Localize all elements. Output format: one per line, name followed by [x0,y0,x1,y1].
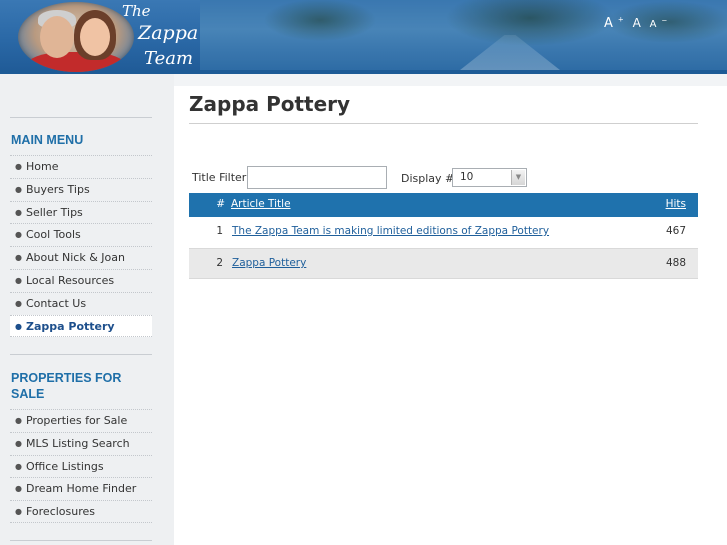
bullet-icon: ● [15,230,22,240]
row-number: 1 [216,225,223,237]
sidebar-item-label: Foreclosures [25,505,96,519]
row-number: 2 [216,257,223,269]
sidebar-divider [10,354,152,355]
font-decrease-button[interactable]: A − [649,17,668,31]
bullet-icon: ● [15,438,22,448]
sidebar-item-label: Buyers Tips [25,182,90,196]
sidebar-item-label: Office Listings [25,459,104,473]
logo-photo-face-left [40,16,74,58]
sidebar-item-office-listings[interactable]: ● Office Listings [10,454,152,478]
logo-photo-face-right [80,18,110,56]
logo-word-zappa: Zappa [138,22,199,44]
properties-title-line1: PROPERTIES FOR [11,371,122,385]
display-count-label: Display # [401,172,455,185]
properties-title-line2: SALE [11,387,45,401]
articles-table: # Article Title Hits 1 The Zappa Team is… [189,193,698,279]
bullet-icon: ● [15,275,22,285]
column-header-article-title[interactable]: Article Title [231,198,291,210]
sidebar: MAIN MENU ● Home ● Buyers Tips ● Seller Tips ●… [0,74,174,545]
title-filter-label: Title Filter [192,171,247,184]
article-link[interactable]: The Zappa Team is making limited edition… [232,225,549,237]
font-size-controls: A + A A − [604,16,672,31]
row-hits: 488 [665,257,686,269]
sidebar-item-contact-us[interactable]: ● Contact Us [10,291,152,315]
page-title: Zappa Pottery [189,92,351,116]
sidebar-divider [10,540,152,541]
sidebar-item-label: Local Resources [25,273,115,287]
header-banner-image [200,0,727,74]
sidebar-item-local-resources[interactable]: ● Local Resources [10,268,152,292]
table-row: 2 Zappa Pottery 488 [189,248,698,279]
font-decrease-label: A [649,19,657,31]
bullet-icon: ● [15,253,22,263]
sidebar-item-label: MLS Listing Search [25,436,130,450]
font-reset-button[interactable]: A [633,16,641,30]
article-link[interactable]: Zappa Pottery [232,257,306,269]
title-filter-input[interactable] [247,166,387,189]
font-decrease-sup: − [661,17,668,25]
sidebar-item-label: Zappa Pottery [25,319,115,333]
sidebar-item-about-nick-joan[interactable]: ● About Nick & Joan [10,246,152,269]
font-increase-sup: + [617,16,624,24]
column-header-hits[interactable]: Hits [666,198,686,210]
logo-word-team: Team [144,48,194,69]
title-divider [189,123,698,124]
bullet-icon: ● [15,298,22,308]
font-increase-button[interactable]: A + [604,16,624,31]
sidebar-item-label: Dream Home Finder [25,482,137,496]
logo-word-the: The [122,2,151,20]
sidebar-item-properties-for-sale[interactable]: ● Properties for Sale [10,409,152,432]
logo-photo[interactable] [18,2,134,72]
font-increase-label: A [604,16,613,32]
sidebar-item-dream-home-finder[interactable]: ● Dream Home Finder [10,477,152,500]
sidebar-divider [10,117,152,118]
sidebar-item-label: About Nick & Joan [25,251,125,265]
bullet-icon: ● [15,321,22,331]
bullet-icon: ● [15,461,22,471]
properties-menu-title: PROPERTIES FOR SALE [11,370,121,402]
main-menu-title: MAIN MENU [11,133,84,147]
sidebar-item-label: Contact Us [25,296,87,310]
main-menu: ● Home ● Buyers Tips ● Seller Tips ● Cool Tools… [10,155,152,338]
display-count-select[interactable]: 10 ▼ [452,168,527,187]
bullet-icon: ● [15,162,22,171]
table-row: 1 The Zappa Team is making limited editi… [189,217,698,248]
bullet-icon: ● [15,484,22,494]
site-header: The Zappa Team A + A A − [0,0,727,74]
bullet-icon: ● [15,416,22,425]
sidebar-item-cool-tools[interactable]: ● Cool Tools [10,223,152,246]
sidebar-item-label: Home [25,160,59,173]
sidebar-item-foreclosures[interactable]: ● Foreclosures [10,500,152,523]
table-header: # Article Title Hits [189,193,698,217]
sidebar-item-home[interactable]: ● Home [10,155,152,178]
sidebar-item-label: Properties for Sale [25,414,128,427]
sidebar-item-buyers-tips[interactable]: ● Buyers Tips [10,177,152,201]
sidebar-item-seller-tips[interactable]: ● Seller Tips [10,200,152,224]
sidebar-item-label: Seller Tips [25,205,83,219]
sidebar-item-zappa-pottery[interactable]: ● Zappa Pottery [10,314,152,338]
column-header-number: # [216,198,225,210]
bullet-icon: ● [15,184,22,194]
sidebar-item-mls-listing-search[interactable]: ● MLS Listing Search [10,431,152,455]
bullet-icon: ● [15,207,22,217]
bullet-icon: ● [15,507,22,517]
properties-menu: ● Properties for Sale ● MLS Listing Search ●… [10,409,152,523]
chevron-down-icon[interactable]: ▼ [511,170,525,185]
sidebar-item-label: Cool Tools [25,228,81,242]
display-count-value: 10 [460,171,474,183]
row-hits: 467 [665,225,686,237]
